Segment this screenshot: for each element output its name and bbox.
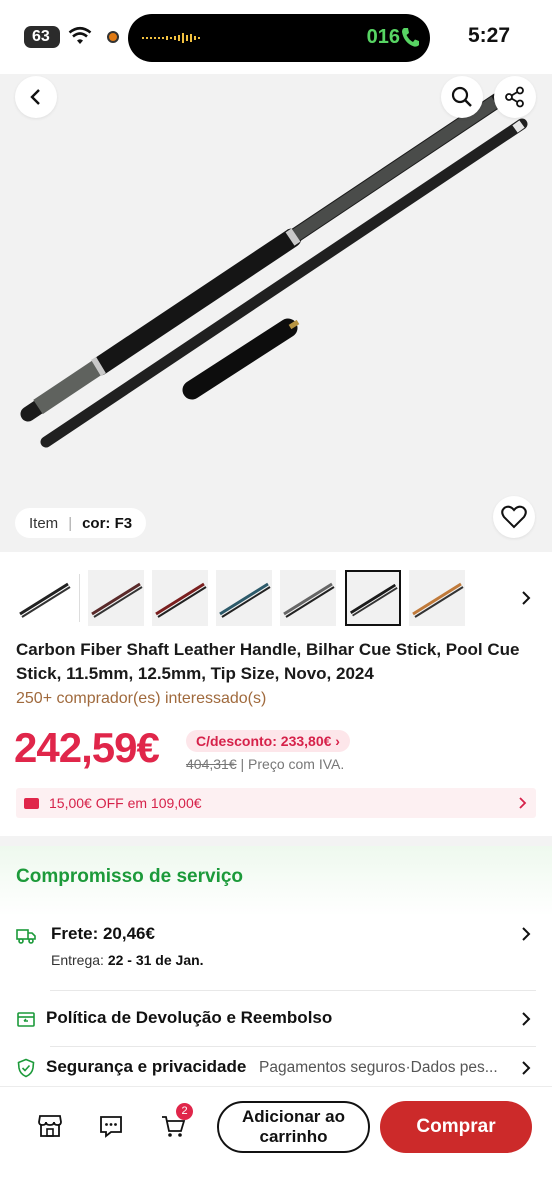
cue-thumbnail-image	[349, 583, 398, 617]
variant-value: cor: F3	[82, 514, 133, 532]
recording-dot-icon	[107, 31, 119, 43]
product-price: 242,59€	[14, 724, 160, 771]
cue-thumbnail-image	[91, 582, 143, 618]
delivery-prefix: Entrega:	[51, 952, 104, 968]
chevron-right-icon	[522, 1012, 531, 1026]
audio-wave-icon	[142, 33, 200, 43]
price-note: | Preço com IVA.	[240, 756, 345, 772]
chevron-right-icon[interactable]	[516, 588, 536, 608]
product-image	[20, 92, 528, 448]
service-title: Compromisso de serviço	[16, 866, 244, 887]
cue-thumbnail-image	[19, 582, 71, 618]
coupon-text: 15,00€ OFF em 109,00€	[49, 795, 202, 811]
cue-thumbnail-image	[219, 582, 271, 618]
heart-icon	[501, 505, 527, 529]
returns-row[interactable]: Política de Devolução e Reembolso	[16, 1008, 538, 1034]
variant-thumbnail[interactable]	[88, 570, 144, 626]
row-divider	[50, 1046, 536, 1047]
status-bar: 63 016 5:27	[0, 0, 552, 74]
wifi-icon	[68, 26, 92, 44]
truck-icon	[16, 929, 36, 944]
chevron-right-icon	[519, 797, 527, 809]
security-row[interactable]: Segurança e privacidade Pagamentos segur…	[16, 1057, 538, 1083]
delivery-estimate: Entrega: 22 - 31 de Jan.	[51, 952, 204, 968]
variant-pill: Item | cor: F3	[15, 508, 147, 538]
shipping-cost: Frete: 20,46€	[51, 924, 155, 943]
share-button[interactable]	[494, 76, 536, 118]
returns-label: Política de Devolução e Reembolso	[46, 1008, 333, 1027]
cue-thumbnail-image	[283, 582, 335, 618]
return-icon	[17, 1012, 35, 1027]
pill-divider: |	[68, 514, 73, 532]
variant-thumbnail[interactable]	[280, 570, 336, 626]
service-section: Compromisso de serviço Frete: 20,46€ Ent…	[0, 846, 552, 1096]
security-description: Pagamentos seguros·Dados pes...	[259, 1059, 498, 1076]
old-price-line: 404,31€ | Preço com IVA.	[186, 756, 344, 772]
call-timer: 016	[366, 26, 400, 48]
chat-icon[interactable]	[98, 1113, 124, 1139]
cue-thumbnail-image	[412, 582, 464, 618]
chevron-right-icon	[522, 1061, 531, 1075]
shield-icon	[17, 1058, 35, 1078]
chevron-left-icon	[30, 89, 40, 105]
security-label: Segurança e privacidade	[46, 1057, 247, 1076]
variant-thumbnail[interactable]	[16, 570, 72, 626]
coupon-banner[interactable]: 15,00€ OFF em 109,00€	[16, 788, 536, 818]
chevron-right-icon	[522, 927, 531, 941]
search-button[interactable]	[441, 76, 483, 118]
old-price: 404,31€	[186, 756, 237, 772]
clock: 5:27	[467, 24, 510, 47]
add-to-cart-button[interactable]: Adicionar ao carrinho	[217, 1101, 370, 1153]
product-image-gallery[interactable]: Item | cor: F3	[0, 74, 552, 552]
variant-thumbnail[interactable]	[152, 570, 208, 626]
bottom-action-bar: 2 Adicionar ao carrinho Comprar	[0, 1086, 552, 1196]
variant-thumbnails	[0, 568, 552, 628]
buy-button[interactable]: Comprar	[380, 1101, 532, 1153]
coupon-icon	[24, 797, 39, 809]
delivery-dates: 22 - 31 de Jan.	[107, 952, 204, 968]
back-button[interactable]	[15, 76, 57, 118]
variant-thumbnail-selected[interactable]	[345, 570, 401, 626]
discount-badge[interactable]: C/desconto: 233,80€ ›	[186, 730, 350, 752]
store-icon[interactable]	[37, 1113, 63, 1139]
battery-indicator: 63	[24, 26, 60, 48]
section-divider	[0, 836, 552, 846]
search-icon	[451, 86, 472, 107]
favorite-button[interactable]	[493, 496, 535, 538]
thumbnail-divider	[79, 574, 80, 622]
variant-thumbnail[interactable]	[409, 570, 465, 626]
phone-icon	[402, 28, 419, 47]
variant-label: Item	[29, 514, 59, 532]
cart-count-badge: 2	[176, 1103, 193, 1120]
row-divider	[50, 990, 536, 991]
dynamic-island: 016	[128, 14, 430, 62]
share-icon	[505, 86, 524, 108]
product-title: Carbon Fiber Shaft Leather Handle, Bilha…	[16, 640, 520, 683]
variant-thumbnail[interactable]	[216, 570, 272, 626]
interest-count: 250+ comprador(es) interessado(s)	[16, 690, 267, 707]
cue-thumbnail-image	[155, 582, 207, 618]
shipping-row[interactable]: Frete: 20,46€ Entrega: 22 - 31 de Jan.	[16, 924, 538, 974]
